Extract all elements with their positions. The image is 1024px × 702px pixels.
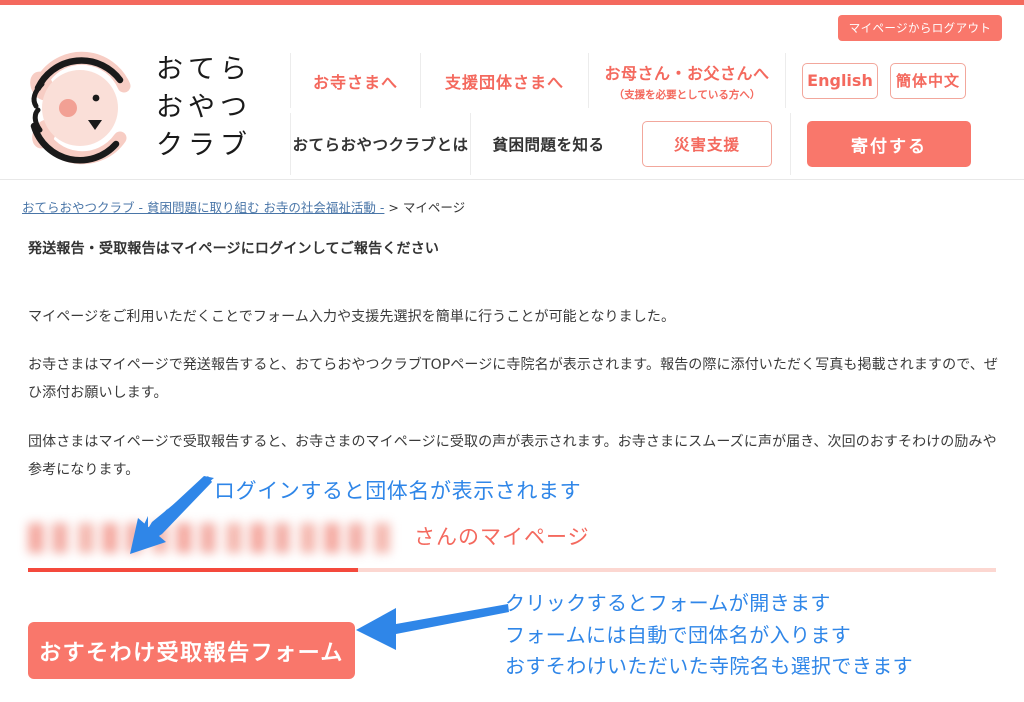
- site-header: おてら おやつ クラブ マイページからログアウト お寺さまへ 支援団体さまへ お…: [0, 5, 1024, 180]
- breadcrumb-current: マイページ: [402, 200, 466, 215]
- logout-button[interactable]: マイページからログアウト: [838, 15, 1002, 41]
- mypage-title-suffix: さんのマイページ: [414, 525, 590, 549]
- breadcrumb-home-link[interactable]: おてらおやつクラブ - 貧困問題に取り組む お寺の社会福祉活動 -: [22, 200, 384, 215]
- annotation-form-note-line-3: おすそわけいただいた寺院名も選択できます: [505, 654, 913, 679]
- mypage-title-row: さんのマイページ: [0, 521, 1024, 563]
- nav-item-shien-dantai[interactable]: 支援団体さまへ: [420, 53, 588, 108]
- section-divider: [28, 568, 996, 572]
- nav-item-parents-label: お母さん・お父さんへ: [604, 63, 770, 83]
- otera-oyatsu-club-logo-icon: [30, 51, 131, 165]
- site-logo[interactable]: おてら おやつ クラブ: [16, 43, 276, 173]
- header-nav-upper: お寺さまへ 支援団体さまへ お母さん・お父さんへ （支援を必要としている方へ） …: [290, 53, 1002, 108]
- section-divider-fill: [28, 568, 358, 572]
- language-button-english[interactable]: English: [802, 62, 878, 99]
- annotation-login-note: ログインすると団体名が表示されます: [214, 479, 582, 503]
- header-nav-lower: おてらおやつクラブとは 貧困問題を知る 災害支援 寄付する: [290, 113, 1002, 175]
- annotation-form-note: クリックするとフォームが開きます フォームには自動で団体名が入ります おすそわけ…: [505, 588, 913, 683]
- nav-divider: [790, 113, 791, 175]
- annotation-form-note-line-2: フォームには自動で団体名が入ります: [505, 622, 852, 647]
- nav-item-parents[interactable]: お母さん・お父さんへ （支援を必要としている方へ）: [588, 53, 786, 108]
- nav-item-otera[interactable]: お寺さまへ: [290, 53, 420, 108]
- nav-item-poverty[interactable]: 貧困問題を知る: [470, 113, 626, 175]
- donate-button[interactable]: 寄付する: [807, 121, 971, 167]
- logo-wordmark: おてら おやつ クラブ: [156, 53, 252, 162]
- page-lead-heading: 発送報告・受取報告はマイページにログインしてご報告ください: [28, 241, 440, 257]
- organization-name-redacted: [28, 523, 396, 553]
- osusowake-report-form-button[interactable]: おすそわけ受取報告フォーム: [28, 622, 355, 679]
- body-paragraph-1: マイページをご利用いただくことでフォーム入力や支援先選択を簡単に行うことが可能と…: [28, 309, 676, 325]
- language-button-chinese[interactable]: 簡体中文: [890, 62, 966, 99]
- nav-item-about[interactable]: おてらおやつクラブとは: [290, 113, 470, 175]
- breadcrumb: おてらおやつクラブ - 貧困問題に取り組む お寺の社会福祉活動 - > マイペー…: [22, 197, 465, 216]
- language-switcher: English 簡体中文: [786, 53, 966, 108]
- body-paragraph-2: お寺さまはマイページで発送報告すると、おてらおやつクラブTOPページに寺院名が表…: [28, 357, 998, 401]
- disaster-support-button[interactable]: 災害支援: [642, 121, 772, 167]
- annotation-form-note-line-1: クリックするとフォームが開きます: [505, 591, 831, 615]
- nav-item-parents-sublabel: （支援を必要としている方へ）: [613, 88, 761, 101]
- breadcrumb-separator: >: [384, 200, 403, 215]
- arrow-left-icon: [356, 604, 509, 650]
